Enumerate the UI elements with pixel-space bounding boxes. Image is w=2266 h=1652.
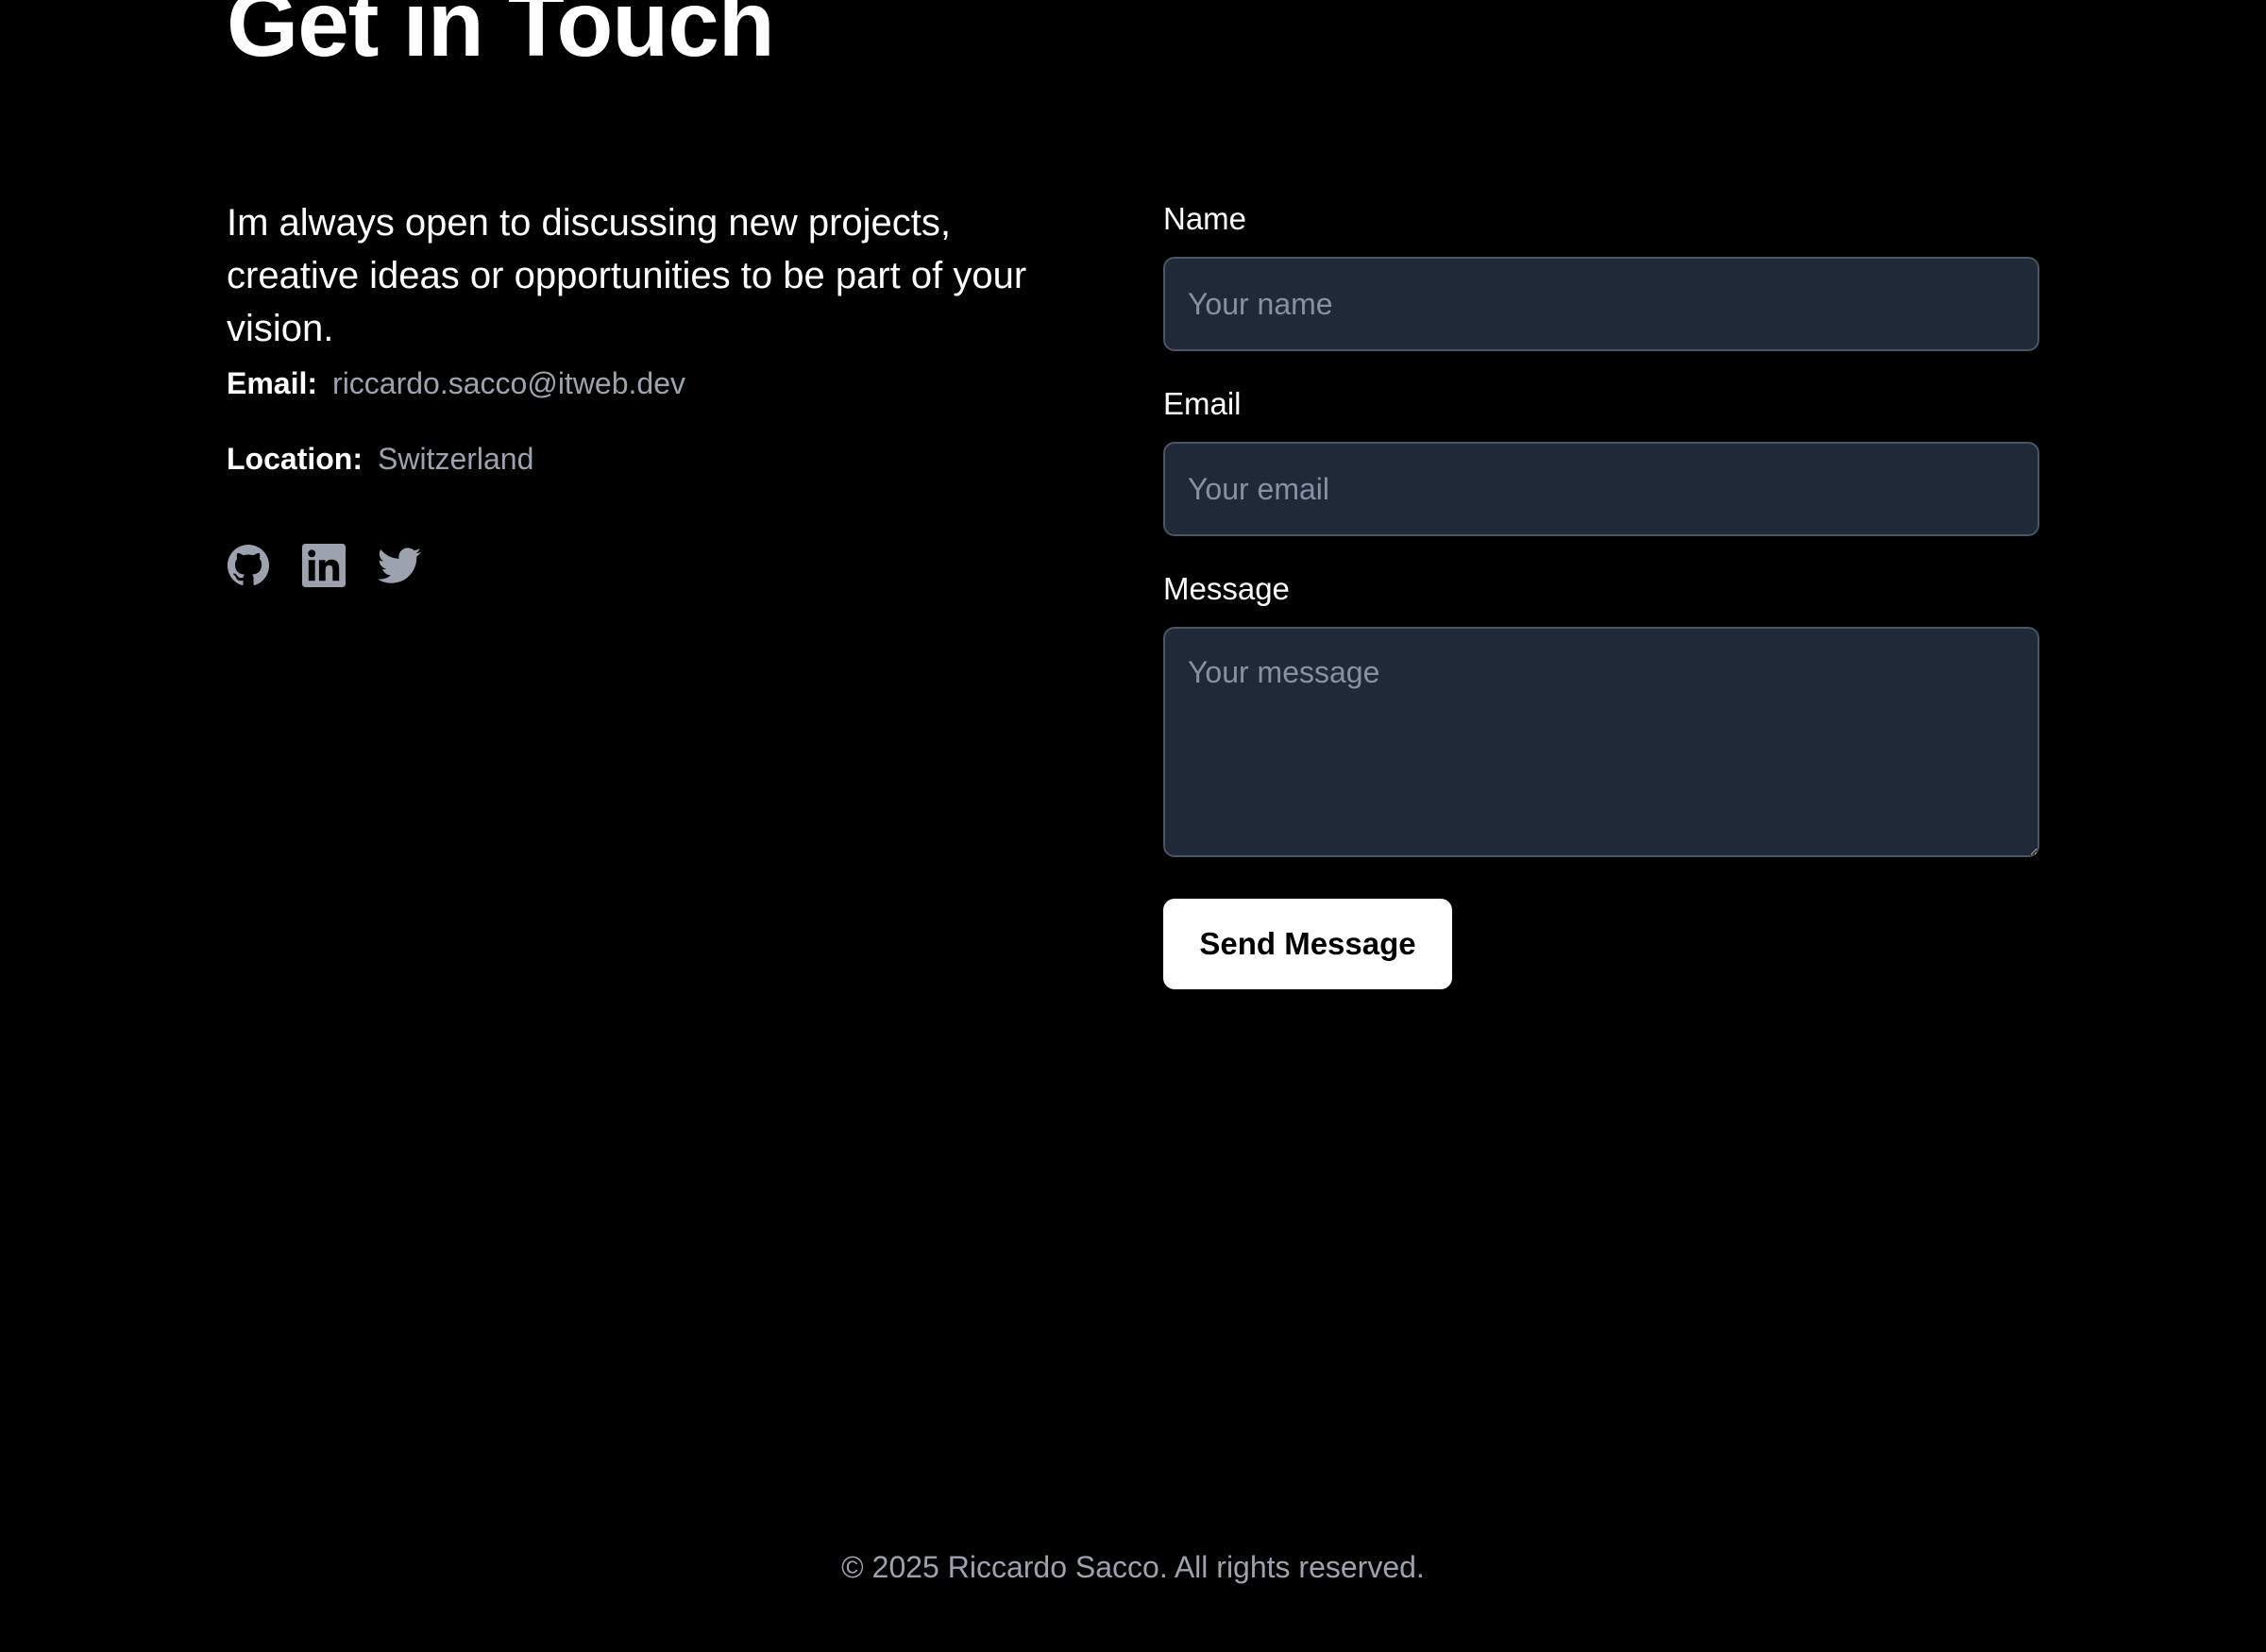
location-label: Location: bbox=[227, 442, 363, 476]
email-value[interactable]: riccardo.sacco@itweb.dev bbox=[332, 366, 685, 400]
footer-copyright: © 2025 Riccardo Sacco. All rights reserv… bbox=[841, 1550, 1425, 1584]
name-input[interactable] bbox=[1163, 257, 2039, 351]
location-row: Location: Switzerland bbox=[227, 440, 533, 478]
email-label: Email: bbox=[227, 366, 318, 400]
email-row: Email: riccardo.sacco@itweb.dev bbox=[227, 364, 685, 402]
twitter-icon[interactable] bbox=[378, 544, 421, 587]
social-links bbox=[227, 544, 421, 587]
email-field-label: Email bbox=[1163, 386, 1242, 421]
email-input[interactable] bbox=[1163, 442, 2039, 536]
github-icon[interactable] bbox=[227, 544, 270, 587]
message-label: Message bbox=[1163, 571, 1290, 606]
page-title: Get in Touch bbox=[227, 0, 775, 76]
linkedin-icon[interactable] bbox=[302, 544, 346, 587]
send-message-button[interactable]: Send Message bbox=[1163, 899, 1452, 989]
footer: © 2025 Riccardo Sacco. All rights reserv… bbox=[0, 1548, 2266, 1586]
contact-info: Im always open to discussing new project… bbox=[227, 196, 1086, 587]
contact-intro: Im always open to discussing new project… bbox=[227, 202, 1027, 349]
message-textarea[interactable] bbox=[1163, 627, 2039, 857]
location-value: Switzerland bbox=[377, 442, 534, 476]
name-label: Name bbox=[1163, 201, 1247, 236]
